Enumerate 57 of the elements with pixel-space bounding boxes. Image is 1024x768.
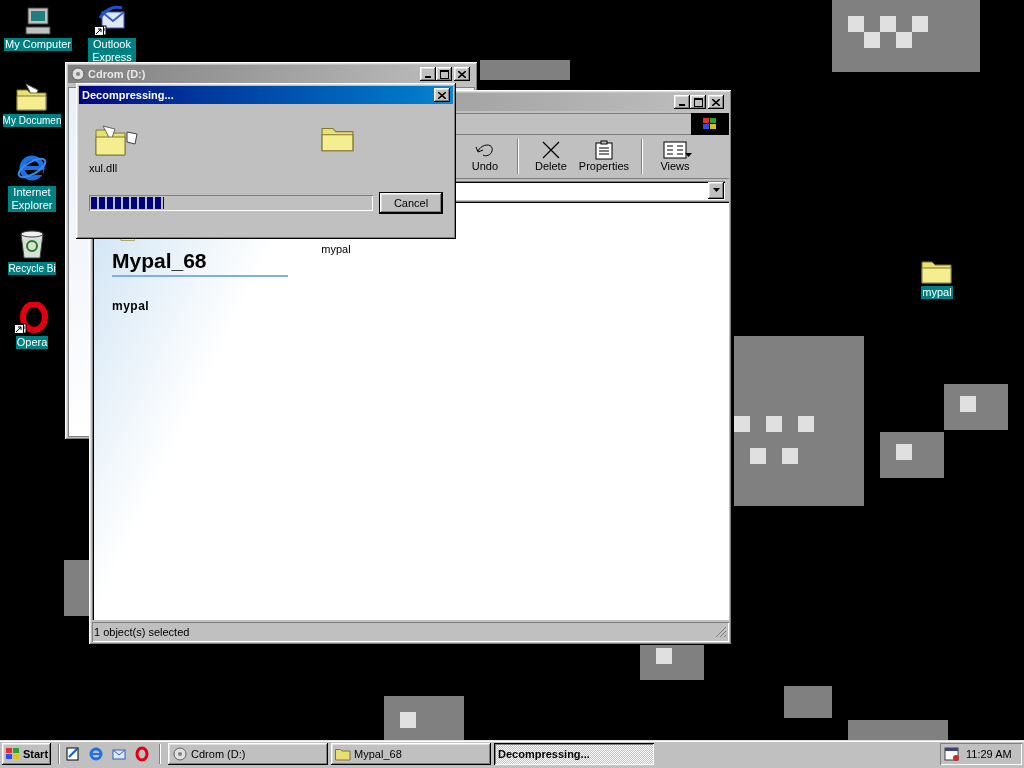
clock[interactable]: 11:29 AM: [966, 745, 1012, 763]
folder-subtitle: mypal: [112, 298, 151, 315]
maximize-icon: [693, 97, 703, 107]
close-icon: [458, 70, 466, 78]
desktop-icon-label[interactable]: My Documen: [2, 114, 62, 127]
file-name: xul.dll: [89, 161, 118, 176]
status-text: 1 object(s) selected: [94, 624, 190, 640]
desktop-icon-label[interactable]: mypal: [921, 286, 953, 299]
pixel-blob-drawing: [944, 384, 1008, 430]
pixel-blob-drawing: [784, 686, 832, 718]
minimize-button[interactable]: [674, 95, 690, 109]
desktop-icon-label[interactable]: My Computer: [4, 38, 72, 51]
taskbar-button[interactable]: Mypal_68: [331, 743, 492, 765]
windows-logo-icon: [5, 747, 21, 761]
cd-icon: [71, 67, 85, 81]
maximize-button[interactable]: [690, 95, 706, 109]
file-label[interactable]: mypal: [321, 243, 351, 256]
pixel-blob-drawing: [880, 432, 944, 478]
toolbar-button[interactable]: Undo: [460, 135, 509, 178]
taskbar-button[interactable]: Cdrom (D:): [168, 743, 329, 765]
close-button[interactable]: [454, 67, 470, 81]
taskbar-button[interactable]: Decompressing...: [494, 743, 655, 765]
views-icon: [663, 140, 687, 160]
toolbar-button[interactable]: Views: [651, 135, 699, 178]
scheduler-icon[interactable]: [944, 746, 960, 762]
desktop-icon-label[interactable]: Recycle Bi: [8, 262, 56, 275]
close-button[interactable]: [708, 95, 724, 109]
window-title: Cdrom (D:): [88, 66, 146, 82]
dropdown-button[interactable]: [708, 181, 724, 199]
dropdown-caret-icon[interactable]: [685, 153, 692, 157]
cd-icon: [172, 746, 189, 762]
resize-grip-icon[interactable]: [715, 626, 727, 638]
minimize-button[interactable]: [420, 67, 436, 81]
toolbar-button[interactable]: Delete: [526, 135, 575, 178]
close-icon: [712, 98, 720, 106]
window-title: Decompressing...: [82, 87, 174, 103]
computer-icon: [23, 6, 53, 36]
folder-icon: [335, 747, 352, 761]
desktop-icon-label[interactable]: Internet Explorer: [8, 186, 56, 212]
properties-icon: [592, 140, 615, 160]
cancel-button[interactable]: Cancel: [379, 192, 443, 214]
maximize-button[interactable]: [436, 67, 452, 81]
close-button[interactable]: [434, 88, 450, 102]
folder-icon: [920, 258, 954, 284]
caret-icon: [712, 188, 720, 192]
close-icon: [438, 91, 446, 99]
maximize-icon: [439, 69, 449, 79]
flying-paper-folder-icon: [95, 124, 141, 156]
folder-with-papers-icon: [16, 82, 48, 112]
desktop-icon-label[interactable]: Opera: [15, 336, 49, 349]
recycle-bin-icon: [17, 228, 47, 260]
toolbar-button[interactable]: Properties: [574, 135, 633, 178]
start-button[interactable]: Start: [2, 743, 52, 765]
pixel-blob-drawing: [64, 560, 92, 616]
desktop-icon-label[interactable]: Outlook Express: [88, 38, 136, 64]
windows-logo-icon: [691, 113, 729, 135]
folder-heading: Mypal_68: [112, 249, 288, 277]
